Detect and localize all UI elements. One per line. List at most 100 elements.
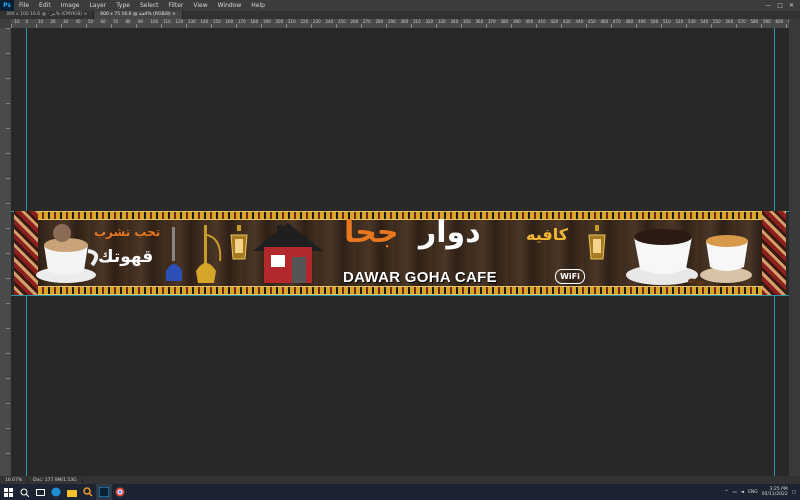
ruler-tick-label: 150 [213, 19, 221, 24]
photoshop-icon[interactable] [96, 484, 112, 500]
ruler-tick-label: 470 [613, 19, 621, 24]
arabic-title-word1: كافيه [526, 225, 569, 244]
ruler-tick-label: 0 [25, 19, 29, 24]
ruler-origin[interactable] [0, 19, 11, 28]
menu-select[interactable]: Select [135, 2, 164, 9]
document-tab-bar: 300 x 100 بنر - @ 16.6% (CMYK/8) × 600 x… [0, 11, 800, 19]
ruler-tick-label: 50 [88, 19, 94, 24]
tab-close-icon[interactable]: × [83, 12, 87, 17]
photoshop-logo-icon[interactable]: Ps [0, 0, 14, 11]
window-controls: — □ ✕ [765, 2, 800, 9]
edge-icon[interactable] [48, 484, 64, 500]
minimize-icon[interactable]: — [765, 2, 771, 9]
ruler-tick-label: 240 [325, 19, 334, 24]
arabic-tagline-top: تحب تشرب [94, 225, 161, 239]
ruler-tick-label: 500 [650, 19, 659, 24]
ruler-tick-label: 350 [463, 19, 471, 24]
lantern-icon [588, 225, 606, 260]
ruler-tick-label: 370 [488, 19, 496, 24]
menu-layer[interactable]: Layer [84, 2, 111, 9]
arabic-title-word2: دوار [419, 215, 481, 250]
ruler-tick-label: 480 [625, 19, 634, 24]
task-view-icon[interactable] [32, 484, 48, 500]
ruler-tick-label: 70 [113, 19, 119, 24]
ruler-tick-label: 300 [400, 19, 409, 24]
ruler-tick-label: 450 [588, 19, 596, 24]
ruler-tick-label: 210 [288, 19, 296, 24]
ruler-tick-label: 410 [538, 19, 546, 24]
wifi-badge: WiFi [555, 269, 585, 284]
menu-help[interactable]: Help [246, 2, 270, 9]
menu-window[interactable]: Window [213, 2, 247, 9]
vertical-scrollbar[interactable] [789, 19, 800, 476]
file-explorer-icon[interactable] [64, 484, 80, 500]
volume-icon[interactable]: ◄ [741, 490, 744, 495]
ruler-tick-label: 170 [238, 19, 246, 24]
menu-filter[interactable]: Filter [164, 2, 189, 9]
tab-label: 300 x 100 بنر - @ 16.6% (CMYK/8) [6, 12, 83, 17]
menu-image[interactable]: Image [56, 2, 85, 9]
canvas-area[interactable]: تحب تشرب قهوتك جحا دوار كافيه DAWAR GOHA… [11, 28, 789, 476]
close-icon[interactable]: ✕ [789, 2, 794, 9]
notification-icon[interactable]: ▢ [792, 490, 796, 495]
ruler-tick-label: 520 [675, 19, 684, 24]
ruler-tick-label: 220 [300, 19, 309, 24]
document-tab-active[interactable]: 600 x 75 لافتة @ 16.6% (RGB/8) × [94, 11, 183, 19]
ruler-tick-label: 140 [200, 19, 209, 24]
zoom-level[interactable]: 16.67% [0, 477, 29, 483]
windows-taskbar: ^ ▭ ◄ ENG 3:25 PM 05/11/2022 ▢ [0, 484, 800, 500]
clock[interactable]: 3:25 PM 05/11/2022 [762, 487, 788, 497]
ruler-tick-label: 250 [338, 19, 346, 24]
cafe-banner-artwork[interactable]: تحب تشرب قهوتك جحا دوار كافيه DAWAR GOHA… [14, 211, 786, 295]
system-tray: ^ ▭ ◄ ENG 3:25 PM 05/11/2022 ▢ [725, 487, 800, 497]
menu-edit[interactable]: Edit [34, 2, 56, 9]
network-icon[interactable]: ▭ [732, 490, 736, 495]
english-title: DAWAR GOHA CAFE [343, 269, 497, 286]
hookah-image [166, 225, 222, 283]
tab-close-icon[interactable]: × [172, 12, 176, 17]
ruler-tick-label: 270 [363, 19, 371, 24]
document-tab[interactable]: 300 x 100 بنر - @ 16.6% (CMYK/8) × [0, 11, 95, 19]
windows-start-icon[interactable] [0, 484, 16, 500]
ruler-tick-label: 400 [525, 19, 534, 24]
chrome-icon[interactable] [112, 484, 128, 500]
menu-view[interactable]: View [188, 2, 212, 9]
language-indicator[interactable]: ENG [748, 490, 758, 495]
ruler-tick-label: 280 [375, 19, 384, 24]
ruler-tick-label: 330 [438, 19, 446, 24]
ruler-tick-label: 320 [425, 19, 434, 24]
guide-line[interactable] [11, 295, 789, 296]
ruler-tick-label: 340 [450, 19, 459, 24]
ruler-tick-label: 360 [475, 19, 484, 24]
maximize-icon[interactable]: □ [777, 2, 783, 9]
menu-file[interactable]: File [14, 2, 34, 9]
coffee-cups-image [626, 229, 752, 286]
ruler-tick-label: 90 [138, 19, 144, 24]
ruler-tick-label: 510 [663, 19, 671, 24]
ruler-tick-label: 120 [175, 19, 184, 24]
ruler-tick-label: 260 [350, 19, 359, 24]
ruler-tick-label: 380 [500, 19, 509, 24]
ruler-tick-label: 100 [150, 19, 159, 24]
ruler-tick-label: 190 [263, 19, 271, 24]
document-info[interactable]: Doc: 177.9M/1.53G [28, 477, 83, 483]
ruler-tick-label: 430 [563, 19, 571, 24]
ruler-tick-label: 30 [63, 19, 69, 24]
ruler-tick-label: 20 [50, 19, 56, 24]
menu-type[interactable]: Type [111, 2, 135, 9]
search-app-icon[interactable] [80, 484, 96, 500]
ruler-tick-label: 570 [738, 19, 746, 24]
ruler-tick-label: 550 [713, 19, 721, 24]
ruler-tick-label: 40 [75, 19, 81, 24]
ruler-tick-label: 390 [513, 19, 521, 24]
search-icon[interactable] [16, 484, 32, 500]
ruler-tick-label: 530 [688, 19, 696, 24]
ruler-tick-label: 230 [313, 19, 321, 24]
carpet-pattern-right [762, 211, 786, 295]
tray-chevron-icon[interactable]: ^ [725, 490, 729, 495]
ruler-tick-label: 160 [225, 19, 234, 24]
ruler-tick-label: 490 [638, 19, 646, 24]
ruler-tick-label: 180 [250, 19, 259, 24]
status-bar: 16.67% Doc: 177.9M/1.53G [0, 476, 800, 484]
ruler-tick-label: 460 [600, 19, 609, 24]
